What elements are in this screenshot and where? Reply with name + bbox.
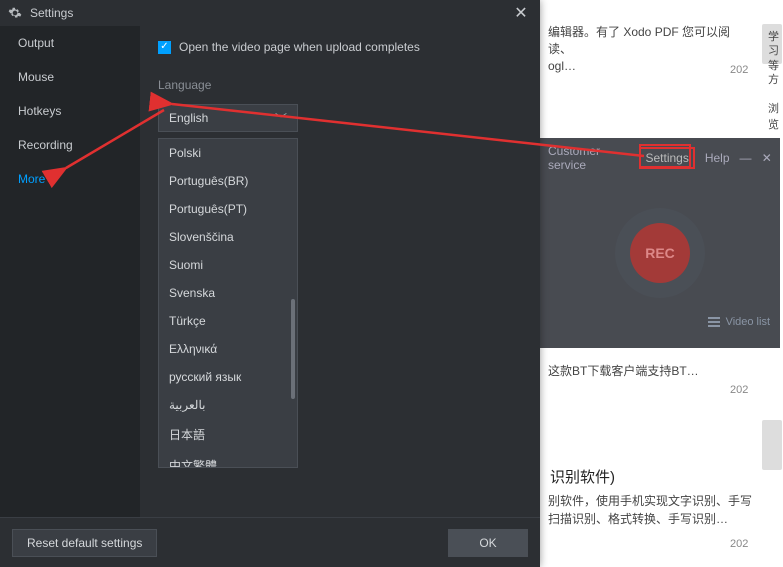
settings-title: Settings <box>30 6 510 20</box>
bg-snippet-line: ogl… <box>548 59 576 73</box>
sidebar-item-mouse[interactable]: Mouse <box>0 60 140 94</box>
bg-year: 202 <box>730 384 748 396</box>
language-option[interactable]: Português(PT) <box>159 195 297 223</box>
checkbox-open-video-page[interactable]: ✓ Open the video page when upload comple… <box>158 40 522 54</box>
bg-article-title: 识别软件) <box>550 466 615 487</box>
bg-year: 202 <box>730 538 748 550</box>
close-button[interactable]: ✕ <box>510 2 532 24</box>
bg-thumb <box>762 420 782 470</box>
language-option[interactable]: Türkçe <box>159 307 297 335</box>
language-dropdown: Polski Português(BR) Português(PT) Slove… <box>158 138 298 468</box>
bg-article-snippet: 这款BT下载客户端支持BT… <box>548 362 699 379</box>
bg-article-snippet: 别软件，使用手机实现文字识别、手写扫描识别、格式转换、手写识别… <box>548 492 758 528</box>
language-selected-value: English <box>169 111 208 125</box>
language-option[interactable]: Polski <box>159 139 297 167</box>
language-select[interactable]: English ﹀ <box>158 104 298 132</box>
language-label: Language <box>158 78 522 92</box>
list-icon[interactable] <box>708 317 720 327</box>
sidebar-item-output[interactable]: Output <box>0 26 140 60</box>
record-button-outer[interactable]: REC <box>615 208 705 298</box>
chevron-down-icon: ﹀ <box>275 110 287 127</box>
settings-content: ✓ Open the video page when upload comple… <box>140 26 540 517</box>
bg-year: 202 <box>730 64 748 76</box>
recorder-menu-customer[interactable]: Customer service <box>548 144 629 172</box>
checkbox-label: Open the video page when upload complete… <box>179 40 420 54</box>
close-icon[interactable]: ✕ <box>762 152 772 164</box>
bg-article-snippet: 编辑器。有了 Xodo PDF 您可以阅读、 ogl… <box>548 24 748 74</box>
minimize-icon[interactable]: — <box>740 152 752 164</box>
bg-side-text: 浏览 <box>768 100 783 132</box>
language-option[interactable]: 日本語 <box>159 419 297 450</box>
recorder-menu-settings[interactable]: Settings <box>639 147 694 169</box>
language-option[interactable]: Ελληνικά <box>159 335 297 363</box>
language-option[interactable]: Português(BR) <box>159 167 297 195</box>
recorder-footer: Video list <box>540 316 780 328</box>
recorder-window: Customer service Settings Help — ✕ REC V… <box>540 138 780 348</box>
ok-button[interactable]: OK <box>448 529 528 557</box>
scrollbar-thumb[interactable] <box>291 299 295 399</box>
language-option[interactable]: بالعربية <box>159 391 297 419</box>
settings-body: Output Mouse Hotkeys Recording More ✓ Op… <box>0 26 540 517</box>
language-dropdown-list[interactable]: Polski Português(BR) Português(PT) Slove… <box>159 139 297 468</box>
bg-snippet-line: 编辑器。有了 Xodo PDF 您可以阅读、 <box>548 25 730 56</box>
settings-sidebar: Output Mouse Hotkeys Recording More <box>0 26 140 517</box>
recorder-menubar: Customer service Settings Help — ✕ <box>540 138 780 178</box>
settings-titlebar: Settings ✕ <box>0 0 540 26</box>
language-option[interactable]: Suomi <box>159 251 297 279</box>
reset-defaults-button[interactable]: Reset default settings <box>12 529 157 557</box>
language-option[interactable]: Svenska <box>159 279 297 307</box>
language-option[interactable]: 中文繁體 <box>159 450 297 468</box>
gear-icon <box>8 6 22 20</box>
settings-footer: Reset default settings OK <box>0 517 540 567</box>
language-option[interactable]: русский язык <box>159 363 297 391</box>
sidebar-item-more[interactable]: More <box>0 162 140 196</box>
language-option[interactable]: Slovenščina <box>159 223 297 251</box>
bg-side-text: 学习等方 <box>768 30 783 87</box>
record-button[interactable]: REC <box>630 223 690 283</box>
settings-dialog: Settings ✕ Output Mouse Hotkeys Recordin… <box>0 0 540 567</box>
recorder-menu-help[interactable]: Help <box>705 151 730 165</box>
checkbox-icon[interactable]: ✓ <box>158 41 171 54</box>
video-list-link[interactable]: Video list <box>726 316 770 328</box>
sidebar-item-hotkeys[interactable]: Hotkeys <box>0 94 140 128</box>
sidebar-item-recording[interactable]: Recording <box>0 128 140 162</box>
